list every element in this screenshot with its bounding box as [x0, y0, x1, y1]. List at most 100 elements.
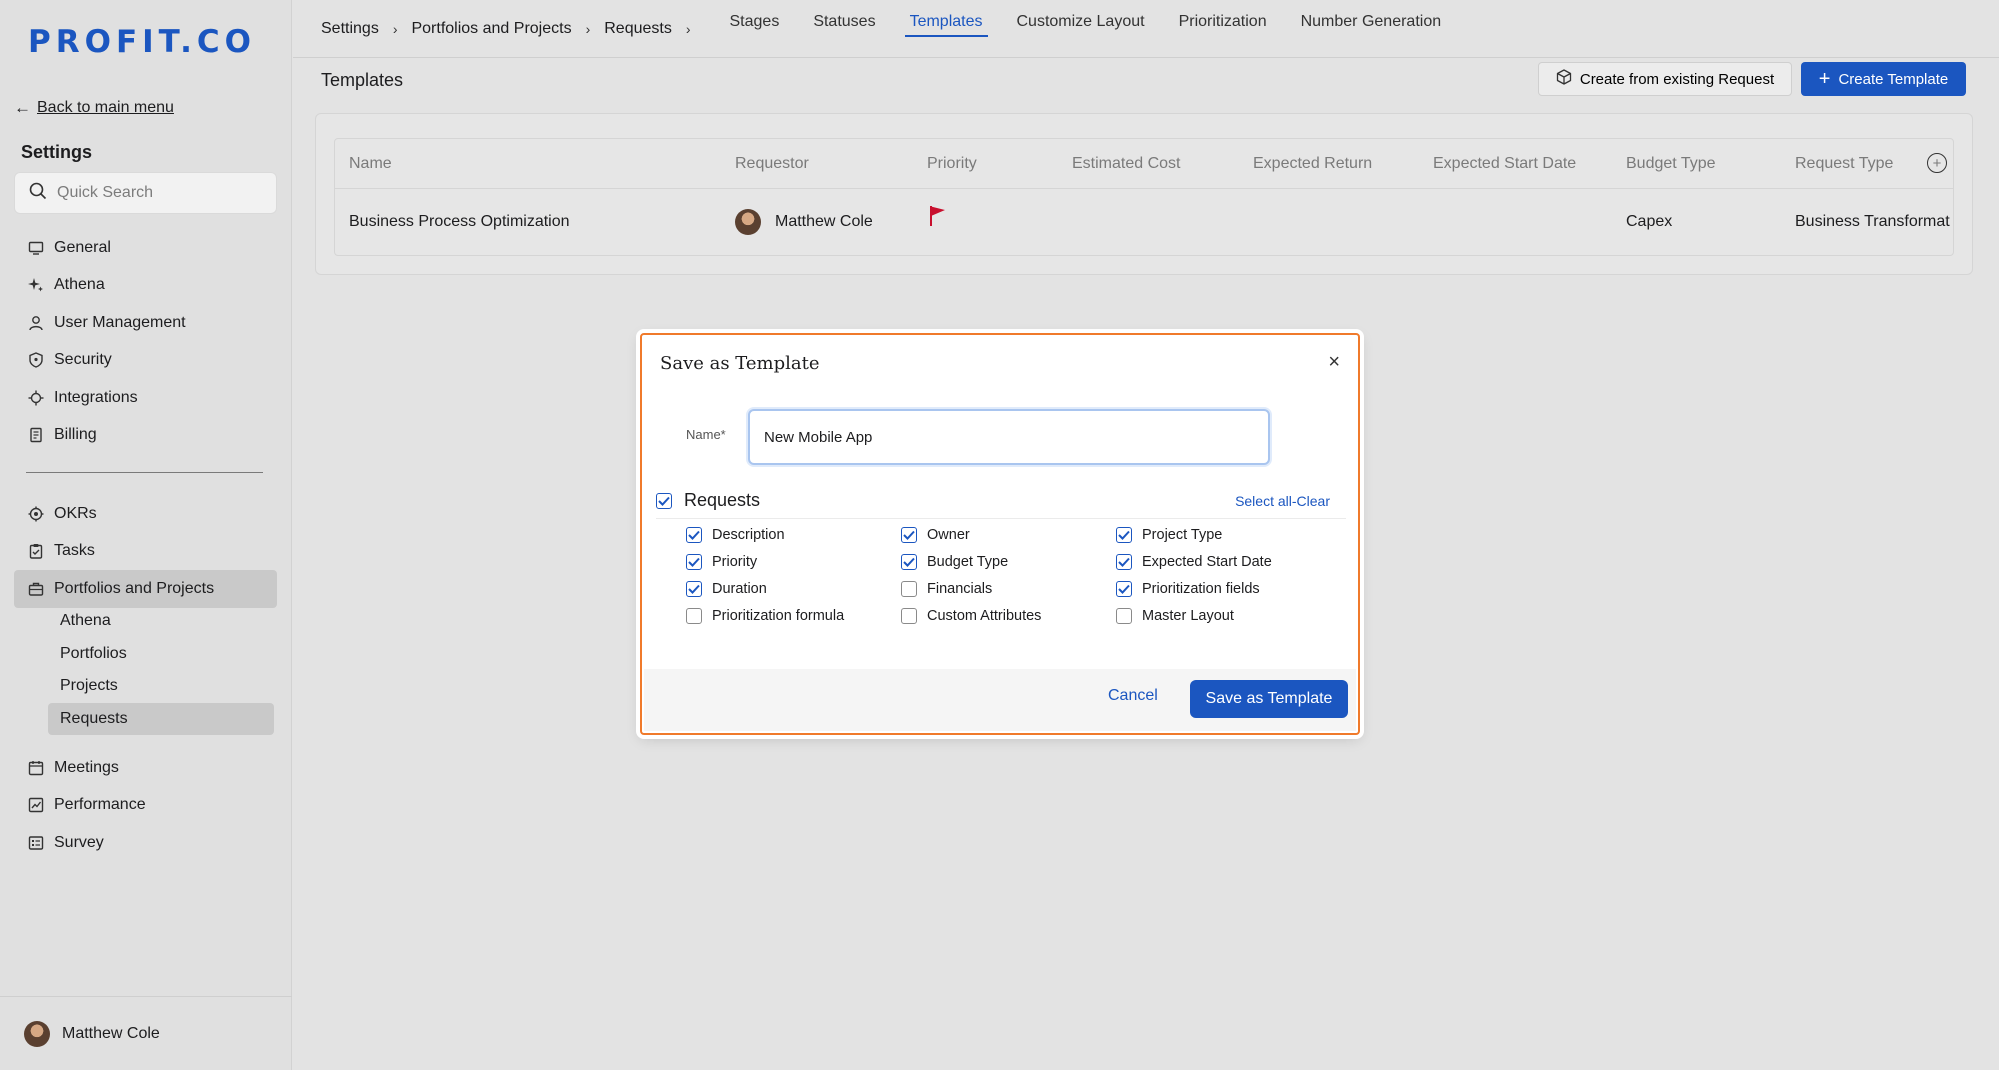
sidebar-item-okrs[interactable]: OKRs	[14, 495, 277, 533]
tab-statuses[interactable]: Statuses	[796, 0, 892, 51]
option-prioritization-fields[interactable]: Prioritization fields	[1116, 581, 1260, 597]
sidebar-item-label: User Management	[54, 313, 186, 331]
option-duration[interactable]: Duration	[686, 581, 767, 597]
breadcrumb-portfolios[interactable]: Portfolios and Projects	[411, 20, 571, 38]
checkbox-unchecked[interactable]	[901, 581, 917, 597]
tab-templates[interactable]: Templates	[893, 0, 1000, 51]
create-from-existing-request-button[interactable]: Create from existing Request	[1538, 62, 1792, 96]
chart-icon	[28, 797, 44, 813]
option-label: Priority	[712, 554, 758, 570]
sidebar-item-performance[interactable]: Performance	[14, 787, 277, 825]
requests-select-checkbox[interactable]	[656, 492, 672, 509]
requests-section-title: Requests	[684, 490, 761, 510]
column-header-priority[interactable]: Priority	[927, 155, 977, 173]
option-expected-start-date[interactable]: Expected Start Date	[1116, 554, 1272, 570]
cube-icon	[1556, 69, 1572, 89]
dialog-footer: Cancel Save as Template	[644, 669, 1356, 731]
close-icon[interactable]: ×	[1328, 351, 1340, 374]
sidebar-item-projects[interactable]: Projects	[48, 670, 274, 703]
save-as-template-button[interactable]: Save as Template	[1190, 680, 1348, 718]
profitco-logo[interactable]: PROFIT.CO	[28, 24, 256, 60]
add-column-icon[interactable]: +	[1927, 153, 1947, 173]
current-user[interactable]: Matthew Cole	[0, 996, 292, 1070]
breadcrumb-settings[interactable]: Settings	[321, 20, 379, 38]
checkbox-checked[interactable]	[1116, 554, 1132, 570]
sidebar-item-athena[interactable]: Athena	[48, 605, 274, 638]
option-prioritization-formula[interactable]: Prioritization formula	[686, 608, 844, 624]
option-owner[interactable]: Owner	[901, 527, 970, 543]
clipboard-icon	[28, 543, 44, 559]
create-from-existing-label: Create from existing Request	[1579, 70, 1775, 88]
create-template-label: Create Template	[1838, 70, 1949, 88]
sidebar-item-survey[interactable]: Survey	[14, 824, 277, 862]
sidebar-item-athena[interactable]: Athena	[14, 267, 277, 305]
option-label: Prioritization formula	[712, 608, 845, 624]
table-header-row: Name Requestor Priority Estimated Cost E…	[335, 139, 1953, 189]
tabs: Stages Statuses Templates Customize Layout P…	[713, 0, 1459, 58]
checkbox-checked[interactable]	[1116, 527, 1132, 543]
checkbox-unchecked[interactable]	[1116, 608, 1132, 624]
column-header-requestor[interactable]: Requestor	[735, 155, 809, 173]
option-label: Master Layout	[1142, 608, 1234, 624]
tab-customize-layout[interactable]: Customize Layout	[1000, 0, 1162, 51]
option-label: Duration	[712, 581, 767, 597]
sidebar-item-label: Athena	[54, 276, 105, 294]
chevron-right-icon: ›	[585, 20, 591, 37]
option-custom-attributes[interactable]: Custom Attributes	[901, 608, 1041, 624]
sidebar-item-portfolios-and-projects[interactable]: Portfolios and Projects	[14, 570, 277, 608]
breadcrumb-requests[interactable]: Requests	[604, 20, 672, 38]
checkbox-checked[interactable]	[901, 554, 917, 570]
option-label: Custom Attributes	[927, 608, 1042, 624]
settings-heading: Settings	[21, 142, 93, 162]
checkbox-checked[interactable]	[1116, 581, 1132, 597]
option-priority[interactable]: Priority	[686, 554, 757, 570]
checkbox-checked[interactable]	[901, 527, 917, 543]
cancel-button[interactable]: Cancel	[1108, 687, 1158, 705]
back-to-main-menu-link[interactable]: ← Back to main menu	[14, 98, 174, 118]
tab-stages[interactable]: Stages	[713, 0, 797, 51]
option-financials[interactable]: Financials	[901, 581, 992, 597]
table-row[interactable]: Business Process Optimization Matthew Co…	[335, 189, 1953, 255]
sidebar-item-portfolios[interactable]: Portfolios	[48, 638, 274, 671]
option-project-type[interactable]: Project Type	[1116, 527, 1222, 543]
checkbox-checked[interactable]	[686, 554, 702, 570]
quick-search	[14, 172, 277, 214]
option-budget-type[interactable]: Budget Type	[901, 554, 1008, 570]
sidebar: PROFIT.CO ← Back to main menu Settings G…	[0, 0, 292, 1070]
quick-search-input[interactable]	[57, 184, 257, 202]
sidebar-item-user-management[interactable]: User Management	[14, 304, 277, 342]
checkbox-checked[interactable]	[686, 527, 702, 543]
create-template-button[interactable]: + Create Template	[1801, 62, 1966, 96]
sidebar-item-requests[interactable]: Requests	[48, 702, 274, 736]
sidebar-item-meetings[interactable]: Meetings	[14, 749, 277, 787]
user-icon	[28, 315, 44, 331]
row-requestor-name: Matthew Cole	[775, 213, 873, 230]
option-description[interactable]: Description	[686, 527, 785, 543]
sidebar-item-label: Integrations	[54, 388, 138, 406]
checkbox-unchecked[interactable]	[686, 608, 702, 624]
column-header-expected-return[interactable]: Expected Return	[1253, 155, 1372, 173]
sidebar-item-label: Survey	[54, 833, 104, 851]
checkbox-unchecked[interactable]	[901, 608, 917, 624]
template-name-field[interactable]	[748, 409, 1270, 465]
sidebar-item-security[interactable]: Security	[14, 342, 277, 380]
select-all-clear-link[interactable]: Select all-Clear	[1235, 493, 1330, 509]
column-header-name[interactable]: Name	[349, 155, 392, 173]
row-request-type: Business Transformat	[1795, 213, 1950, 230]
column-header-estimated-cost[interactable]: Estimated Cost	[1072, 155, 1180, 173]
sidebar-item-tasks[interactable]: Tasks	[14, 533, 277, 571]
search-icon	[29, 182, 47, 205]
tab-number-generation[interactable]: Number Generation	[1284, 0, 1459, 51]
column-header-request-type[interactable]: Request Type	[1795, 155, 1893, 173]
sidebar-item-label: Tasks	[54, 542, 95, 560]
top-navigation: Settings › Portfolios and Projects › Req…	[293, 0, 1999, 58]
option-master-layout[interactable]: Master Layout	[1116, 608, 1234, 624]
column-header-expected-start-date[interactable]: Expected Start Date	[1433, 155, 1576, 173]
tab-prioritization[interactable]: Prioritization	[1162, 0, 1284, 51]
sidebar-item-billing[interactable]: Billing	[14, 417, 277, 455]
sidebar-item-label: Meetings	[54, 758, 119, 776]
sidebar-item-integrations[interactable]: Integrations	[14, 379, 277, 417]
checkbox-checked[interactable]	[686, 581, 702, 597]
column-header-budget-type[interactable]: Budget Type	[1626, 155, 1716, 173]
sidebar-item-general[interactable]: General	[14, 229, 277, 267]
